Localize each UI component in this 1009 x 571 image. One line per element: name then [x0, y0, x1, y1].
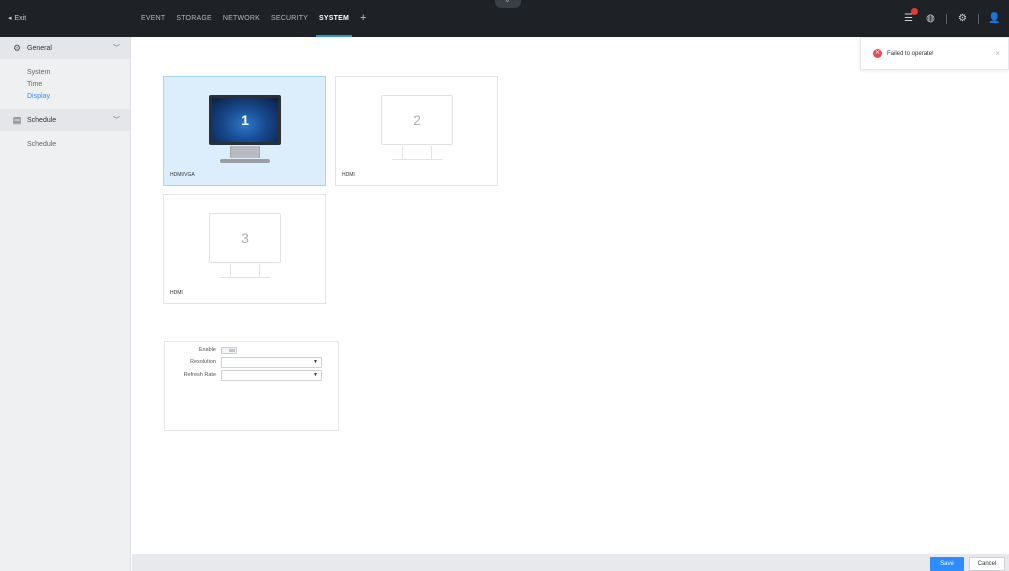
sidebar-group-general[interactable]: ⚙ General ﹀	[0, 37, 130, 59]
monitor-number: 3	[241, 230, 249, 246]
resolution-row: Resolution	[165, 356, 340, 368]
resolution-select[interactable]	[221, 356, 322, 368]
cancel-button[interactable]: Cancel	[969, 557, 1005, 571]
monitor-screen: 1	[209, 95, 281, 145]
sidebar-group-label: General	[27, 44, 52, 52]
footer-bar	[132, 554, 1009, 571]
sidebar: ⚙ General ﹀ System Time Display ▤ Schedu…	[0, 37, 131, 571]
main-content: 1 HDMI/VGA 2 HDMI 3 HDMI	[132, 37, 1009, 554]
display-config-panel: Enable Resolution Refresh Rate	[164, 341, 339, 431]
monitor-stand	[230, 264, 260, 278]
add-tab-button[interactable]: +	[360, 0, 367, 37]
monitor-number: 2	[413, 112, 421, 128]
top-bar: ◂ Exit EVENT STORAGE NETWORK SECURITY SY…	[0, 0, 1009, 37]
notification-badge	[911, 8, 918, 15]
monitor-label: HDMI	[342, 172, 355, 178]
sidebar-item-time[interactable]: Time	[27, 79, 130, 91]
monitor-card-1[interactable]: 1 HDMI/VGA	[163, 76, 326, 186]
tab-security[interactable]: SECURITY	[271, 0, 308, 37]
sidebar-item-schedule[interactable]: Schedule	[27, 139, 130, 151]
sidebar-schedule-items: Schedule	[0, 131, 130, 157]
chevron-down-icon: ﹀	[113, 45, 120, 52]
monitor-screen: 3	[209, 213, 281, 263]
error-icon: ✕	[873, 49, 882, 58]
tab-network[interactable]: NETWORK	[223, 0, 260, 37]
chevron-down-icon: ﹀	[113, 117, 120, 124]
gear-icon: ⚙	[12, 42, 22, 53]
divider	[946, 13, 947, 24]
sidebar-group-schedule[interactable]: ▤ Schedule ﹀	[0, 109, 130, 131]
monitor-label: HDMI/VGA	[170, 172, 195, 178]
exit-arrow-icon: ◂	[8, 15, 12, 22]
resolution-label: Resolution	[190, 359, 216, 365]
enable-toggle[interactable]	[221, 346, 237, 354]
monitor-stand	[230, 146, 260, 158]
calendar-icon: ▤	[12, 114, 22, 125]
tab-storage[interactable]: STORAGE	[176, 0, 212, 37]
exit-button[interactable]: ◂ Exit	[8, 0, 26, 37]
toast-message: Failed to operate!	[887, 50, 934, 57]
divider	[978, 13, 979, 24]
tab-system[interactable]: SYSTEM	[316, 0, 353, 37]
tab-event[interactable]: EVENT	[141, 0, 165, 37]
top-right-icons: ☰ ◍ ⚙ 👤	[902, 0, 1001, 37]
monitor-screen: 2	[381, 95, 453, 145]
monitor-base	[220, 159, 270, 163]
exit-label: Exit	[14, 15, 27, 22]
enable-row: Enable	[165, 344, 340, 356]
sidebar-group-label: Schedule	[27, 116, 57, 124]
monitor-number: 1	[241, 112, 249, 128]
sidebar-item-system[interactable]: System	[27, 67, 130, 79]
collapse-handle[interactable]	[495, 0, 521, 8]
sidebar-item-display[interactable]: Display	[27, 91, 130, 103]
user-icon[interactable]: 👤	[988, 12, 1001, 25]
close-icon[interactable]: ×	[995, 49, 1000, 58]
refresh-rate-label: Refresh Rate	[183, 372, 216, 378]
monitor-base	[392, 159, 442, 162]
error-toast: ✕ Failed to operate! ×	[860, 37, 1009, 70]
gear-icon[interactable]: ⚙	[956, 12, 969, 25]
globe-icon[interactable]: ◍	[924, 12, 937, 25]
monitor-card-2[interactable]: 2 HDMI	[335, 76, 498, 186]
refresh-rate-select[interactable]	[221, 369, 322, 381]
list-icon[interactable]: ☰	[902, 8, 918, 25]
monitor-label: HDMI	[170, 290, 183, 296]
main-tabs: EVENT STORAGE NETWORK SECURITY SYSTEM +	[141, 0, 367, 37]
monitor-base	[220, 277, 270, 280]
monitor-card-3[interactable]: 3 HDMI	[163, 194, 326, 304]
monitor-stand	[402, 146, 432, 160]
enable-label: Enable	[198, 347, 216, 353]
sidebar-general-items: System Time Display	[0, 59, 130, 109]
refresh-rate-row: Refresh Rate	[165, 369, 340, 381]
save-button[interactable]: Save	[930, 557, 964, 571]
